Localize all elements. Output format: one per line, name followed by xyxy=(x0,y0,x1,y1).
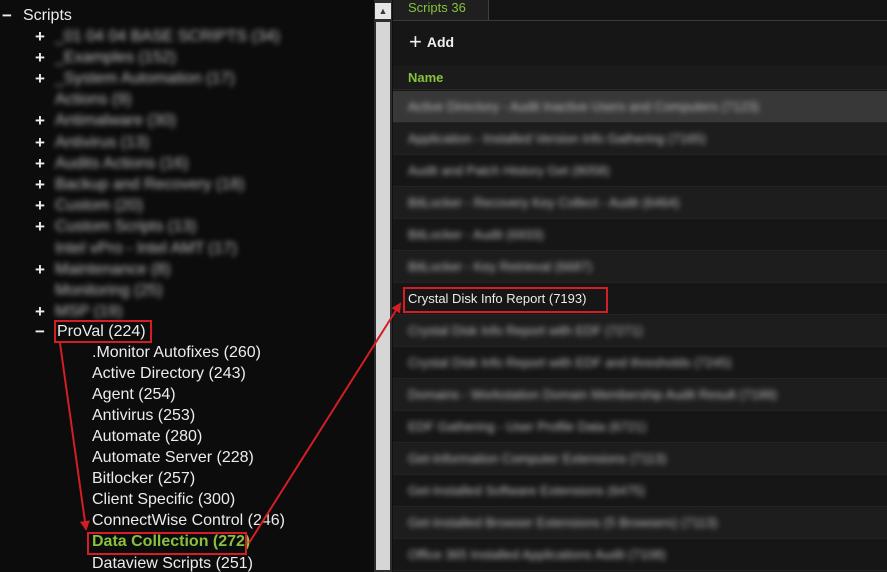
arrow-data-collection-to-report xyxy=(248,302,402,544)
annotation-arrows xyxy=(59,302,402,544)
arrow-proval-to-data-collection xyxy=(59,342,90,531)
